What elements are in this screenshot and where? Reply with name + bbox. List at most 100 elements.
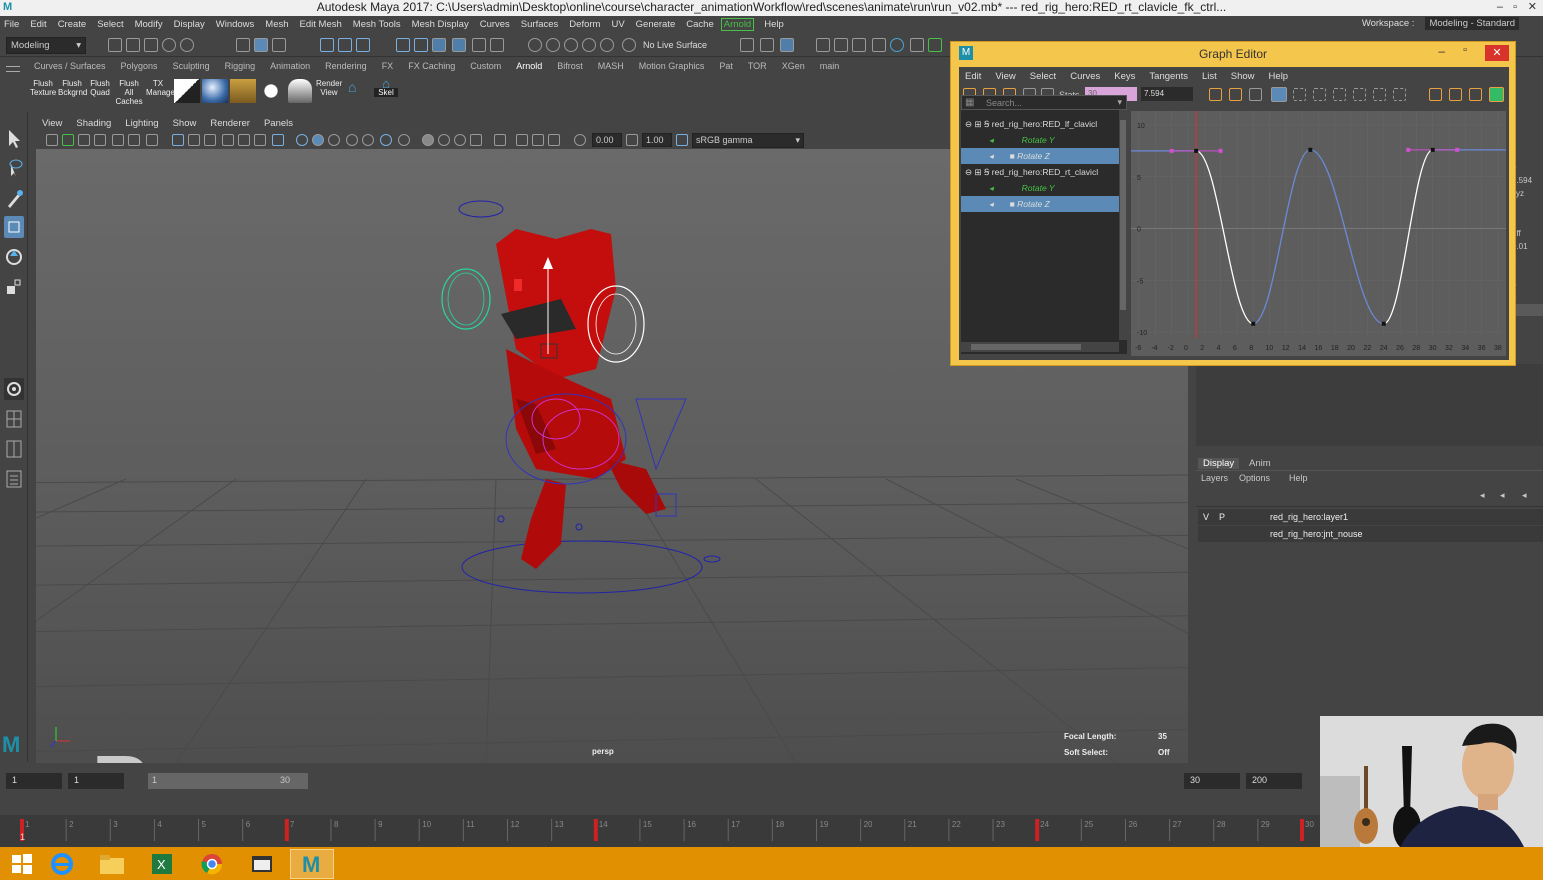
buffer-curve-icon[interactable]	[1429, 88, 1442, 101]
ge-menu-tangents[interactable]: Tangents	[1143, 71, 1196, 82]
frame-playback-icon[interactable]	[1249, 88, 1262, 101]
internet-explorer-icon[interactable]	[40, 849, 84, 879]
menu-display[interactable]: Display	[170, 19, 212, 30]
save-scene-icon[interactable]	[144, 38, 158, 52]
render-current-icon[interactable]	[780, 38, 794, 52]
menu-file[interactable]: File	[0, 19, 26, 30]
modeling-toolkit-icon[interactable]	[910, 38, 924, 52]
gate-mask-icon[interactable]	[204, 134, 216, 146]
maya-taskbar-icon[interactable]: M	[290, 849, 334, 879]
xray-icon[interactable]	[470, 134, 482, 146]
shelf-tab-fx-caching[interactable]: FX Caching	[404, 61, 466, 75]
outliner-vertical-scrollbar[interactable]	[1119, 110, 1127, 340]
input-ops-icon[interactable]	[740, 38, 754, 52]
shelf-tab-rendering[interactable]: Rendering	[321, 61, 378, 75]
anti-aliasing-icon[interactable]	[422, 134, 434, 146]
animation-end-field[interactable]: 200	[1246, 773, 1302, 789]
channel-box-toggle-icon[interactable]	[928, 38, 942, 52]
wireframe-icon[interactable]	[272, 134, 284, 146]
workspace-value[interactable]: Modeling - Standard	[1425, 17, 1519, 30]
color-management-icon[interactable]	[676, 134, 688, 146]
expand-icon[interactable]: ⊖	[961, 167, 972, 177]
undo-icon[interactable]	[162, 38, 176, 52]
outliner-node-lf-clavicle[interactable]: ⊖ ⊞ Ꞩ red_rig_hero:RED_lf_clavicl	[961, 116, 1119, 132]
windows-start-icon[interactable]	[0, 849, 44, 879]
wireframe-on-shaded-icon[interactable]	[312, 134, 324, 146]
time-slider[interactable]: 1 2 3 4 5 6 7 8 9 10 11 12 13 14 15 16 17 18 19 20 21 22 23 24 2…	[0, 815, 1320, 847]
redo-icon[interactable]	[180, 38, 194, 52]
skel-button[interactable]: ⌂ Skel	[374, 77, 398, 97]
ambient-occlusion-icon[interactable]	[380, 134, 392, 146]
shelf-tab-curves-surfaces[interactable]: Curves / Surfaces	[30, 61, 117, 75]
stats-value-field[interactable]: 7.594	[1141, 87, 1193, 101]
flush-texture-button[interactable]: Flush Texture	[30, 79, 56, 97]
viewport-menu-panels[interactable]: Panels	[258, 118, 301, 132]
viewport-menu-renderer[interactable]: Renderer	[204, 118, 258, 132]
depth-of-field-icon[interactable]	[438, 134, 450, 146]
magnet-4-icon[interactable]	[582, 38, 596, 52]
grease-pencil-icon[interactable]	[128, 134, 140, 146]
area-light-icon[interactable]	[174, 79, 200, 103]
move-tool-icon[interactable]	[4, 216, 24, 238]
use-all-lights-icon[interactable]	[346, 134, 358, 146]
outliner-search-field[interactable]: ▦ Search... ▾	[961, 95, 1127, 110]
outliner-node-rt-clavicle[interactable]: ⊖ ⊞ Ꞩ red_rig_hero:RED_rt_clavicl	[961, 164, 1119, 180]
auto-tangent-icon[interactable]	[1271, 87, 1287, 102]
viewport-menu-shading[interactable]: Shading	[70, 118, 119, 132]
live-surface-icon[interactable]	[622, 38, 636, 52]
select-component-icon[interactable]	[272, 38, 286, 52]
menu-cache[interactable]: Cache	[682, 19, 720, 30]
safe-title-icon[interactable]	[254, 134, 266, 146]
layer-menu-options[interactable]: Options	[1239, 473, 1270, 483]
shelf-tab-sculpting[interactable]: Sculpting	[169, 61, 221, 75]
swap-buffer-icon[interactable]	[1449, 88, 1462, 101]
shelf-tab-xgen[interactable]: XGen	[778, 61, 816, 75]
scale-tool-icon[interactable]	[4, 276, 24, 298]
gamma-icon[interactable]	[626, 134, 638, 146]
linear-tangent-icon[interactable]	[1333, 88, 1346, 101]
magnet-icon[interactable]	[528, 38, 542, 52]
shelf-tab-bifrost[interactable]: Bifrost	[553, 61, 594, 75]
two-pane-layout-icon[interactable]	[4, 438, 24, 460]
outliner-attr-rotate-z[interactable]: ◂ ■ Rotate Z	[961, 148, 1119, 164]
safe-action-icon[interactable]	[238, 134, 250, 146]
view-transform-dropdown[interactable]: sRGB gamma ▾	[692, 133, 804, 148]
heel-control[interactable]	[703, 555, 721, 563]
snap-grid-icon[interactable]	[320, 38, 334, 52]
render-view-icon[interactable]	[816, 38, 830, 52]
graph-editor-close-icon[interactable]: ✕	[1485, 45, 1509, 61]
menu-curves[interactable]: Curves	[476, 19, 517, 30]
gamma-field[interactable]: 1.00	[642, 133, 672, 147]
light-portal-icon[interactable]	[288, 79, 312, 103]
shelf-tab-motion-graphics[interactable]: Motion Graphics	[635, 61, 716, 75]
textured-icon[interactable]	[328, 134, 340, 146]
shelf-tab-main[interactable]: main	[816, 61, 851, 75]
clamped-tangent-icon[interactable]	[1313, 88, 1326, 101]
menu-arnold[interactable]: Arnold	[720, 17, 755, 31]
shelf-tab-arnold[interactable]: Arnold	[512, 61, 553, 75]
graph-editor-maximize-icon[interactable]: ▫	[1463, 44, 1467, 56]
frame-selection-icon[interactable]	[1229, 88, 1242, 101]
shelf-tab-rigging[interactable]: Rigging	[221, 61, 267, 75]
workspace-selector[interactable]: Workspace : Modeling - Standard	[1358, 17, 1519, 30]
menu-edit[interactable]: Edit	[26, 19, 53, 30]
flat-tangent-icon[interactable]	[1353, 88, 1366, 101]
chevron-down-icon[interactable]: ▾	[1117, 97, 1122, 108]
animation-start-field[interactable]: 1	[6, 773, 62, 789]
camera-select-icon[interactable]	[46, 134, 58, 146]
channel-scrollbar[interactable]	[1514, 304, 1543, 316]
excel-icon[interactable]: X	[140, 849, 184, 879]
menu-uv[interactable]: UV	[607, 19, 631, 30]
smooth-shade-icon[interactable]	[296, 134, 308, 146]
menu-mesh[interactable]: Mesh	[261, 19, 295, 30]
arnold-logo-icon[interactable]: ⌂	[348, 79, 368, 97]
layer-visibility-toggle[interactable]: V	[1198, 509, 1214, 525]
open-scene-icon[interactable]	[126, 38, 140, 52]
viewport-menu-show[interactable]: Show	[167, 118, 205, 132]
two-d-pan-icon[interactable]	[112, 134, 124, 146]
hypershade-icon[interactable]	[872, 38, 886, 52]
last-tool-icon[interactable]	[4, 378, 24, 400]
exposure-field[interactable]: 0.00	[592, 133, 622, 147]
bookmarks-icon[interactable]	[78, 134, 90, 146]
xray-components-icon[interactable]	[516, 134, 528, 146]
